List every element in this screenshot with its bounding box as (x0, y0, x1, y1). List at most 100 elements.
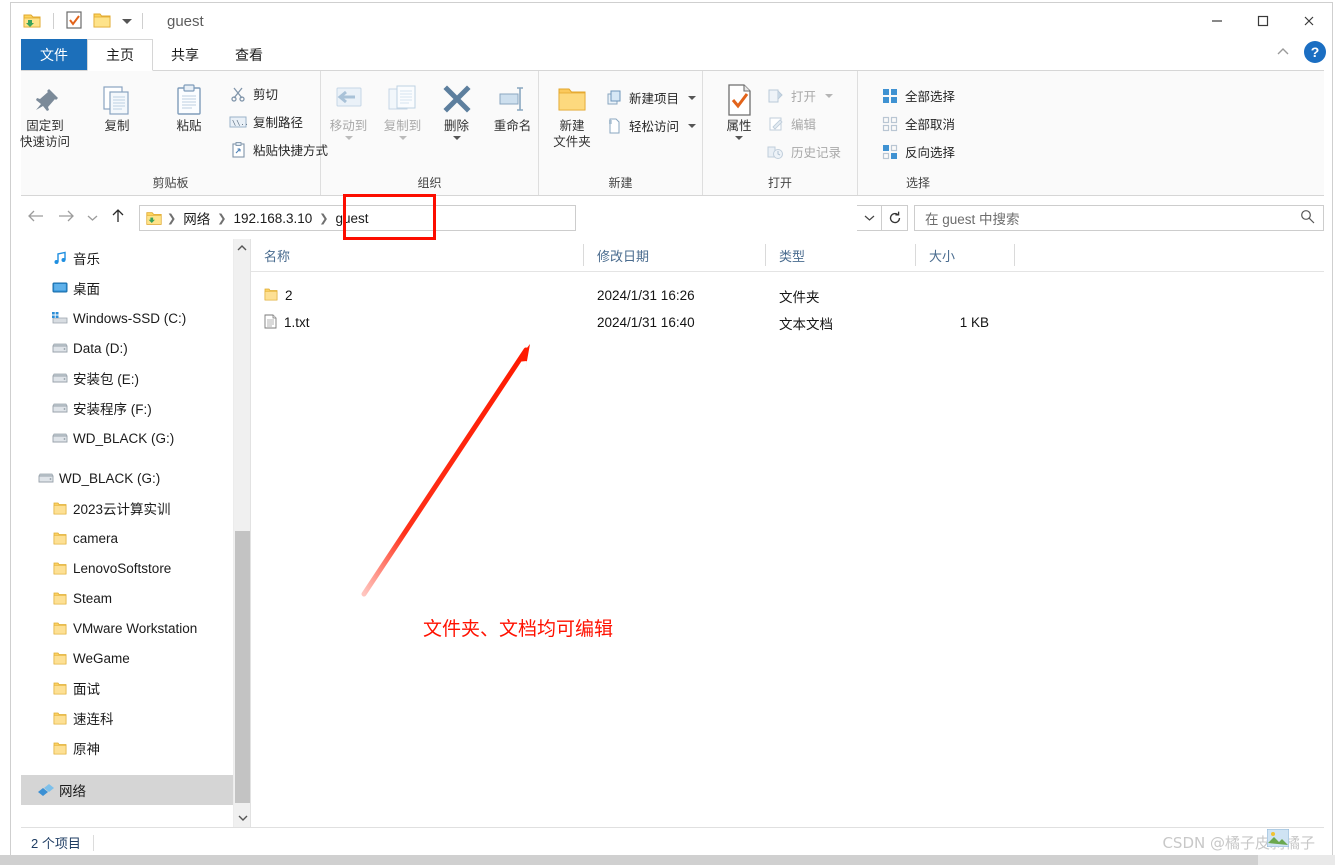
edit-button[interactable]: 编辑 (763, 111, 845, 136)
move-to-label: 移动到 (329, 119, 368, 133)
tree-item-data-d[interactable]: Data (D:) (21, 333, 250, 363)
up-button[interactable] (103, 208, 133, 229)
tree-item-folder-camera[interactable]: camera (21, 523, 250, 553)
chevron-down-icon[interactable] (122, 18, 132, 24)
column-header-size[interactable]: 大小 (916, 244, 1015, 266)
tree-item-wdblack-g-root[interactable]: WD_BLACK (G:) (21, 463, 250, 493)
table-row[interactable]: 2 2024/1/31 16:26 文件夹 (251, 282, 1324, 309)
copy-button[interactable]: 复制 (81, 77, 153, 135)
select-all-icon (881, 87, 899, 105)
chevron-down-icon[interactable] (344, 135, 353, 140)
column-header-name[interactable]: 名称 (251, 244, 584, 266)
tab-share[interactable]: 共享 (153, 39, 217, 71)
network-folder-icon[interactable] (21, 10, 43, 32)
tree-item-folder-lenovosoftstore[interactable]: LenovoSoftstore (21, 553, 250, 583)
chevron-down-icon[interactable] (452, 135, 461, 140)
breadcrumb-item-network[interactable]: 网络 (179, 208, 214, 228)
tree-item-folder-interview[interactable]: 面试 (21, 673, 250, 703)
chevron-down-icon[interactable] (734, 135, 743, 140)
breadcrumb-item-guest[interactable]: guest (331, 211, 372, 226)
open-button[interactable]: 打开 (763, 83, 845, 108)
bottom-scroll-strip[interactable] (0, 855, 1335, 865)
chevron-down-icon[interactable] (688, 123, 697, 128)
ribbon-group-organize: 移动到 复制到 删除 重命名 组织 (321, 71, 539, 195)
maximize-button[interactable] (1240, 3, 1286, 39)
tree-item-windows-ssd[interactable]: Windows-SSD (C:) (21, 303, 250, 333)
tab-home[interactable]: 主页 (87, 39, 153, 71)
chevron-down-icon[interactable] (398, 135, 407, 140)
tree-item-desktop[interactable]: 桌面 (21, 273, 250, 303)
cut-label: 剪切 (253, 88, 279, 102)
search-icon[interactable] (1300, 209, 1315, 227)
refresh-button[interactable] (882, 205, 908, 231)
chevron-down-icon[interactable] (825, 93, 833, 98)
tree-item-folder-wegame[interactable]: WeGame (21, 643, 250, 673)
breadcrumb[interactable]: ❯ 网络 ❯ 192.168.3.10 ❯ guest (139, 205, 576, 231)
help-button[interactable]: ? (1304, 41, 1326, 63)
file-type: 文件夹 (779, 289, 820, 305)
scroll-up-arrow-icon[interactable] (234, 239, 250, 256)
chevron-up-icon[interactable] (1272, 41, 1294, 63)
network-folder-icon (144, 209, 164, 227)
back-button[interactable] (21, 208, 51, 228)
tree-label: VMware Workstation (73, 620, 198, 636)
copy-to-button[interactable]: 复制到 (376, 77, 430, 140)
tree-item-folder-sulianke[interactable]: 速连科 (21, 703, 250, 733)
properties-check-icon[interactable] (64, 10, 86, 32)
tree-item-network[interactable]: 网络 (21, 775, 250, 805)
folder-icon (51, 652, 69, 665)
new-folder-label-line2: 文件夹 (553, 134, 591, 149)
tree-item-folder-genshin[interactable]: 原神 (21, 733, 250, 763)
breadcrumb-separator: ❯ (319, 212, 329, 225)
delete-x-icon (440, 81, 474, 119)
file-size: 1 KB (959, 315, 989, 330)
new-item-button[interactable]: 新建项目 (601, 85, 700, 110)
minimize-button[interactable] (1194, 3, 1240, 39)
tree-item-wdblack-g[interactable]: WD_BLACK (G:) (21, 423, 250, 453)
tree-label: 音乐 (73, 252, 100, 267)
rename-button[interactable]: 重命名 (484, 77, 542, 135)
tree-item-folder-steam[interactable]: Steam (21, 583, 250, 613)
delete-button[interactable]: 删除 (430, 77, 484, 140)
column-header-modified[interactable]: 修改日期 (584, 244, 766, 266)
navpane-scroll-thumb[interactable] (235, 531, 250, 803)
history-button[interactable]: 历史记录 (763, 139, 845, 164)
address-dropdown-button[interactable] (857, 205, 882, 231)
column-header-empty[interactable] (1015, 244, 1285, 266)
select-none-button[interactable]: 全部取消 (877, 111, 959, 136)
scroll-down-arrow-icon[interactable] (234, 810, 250, 827)
new-folder-icon[interactable] (92, 10, 114, 32)
drive-icon (51, 372, 69, 384)
new-item-icon (605, 89, 623, 107)
select-all-button[interactable]: 全部选择 (877, 83, 959, 108)
status-divider (92, 834, 94, 851)
tree-item-installer-f[interactable]: 安装程序 (F:) (21, 393, 250, 423)
table-row[interactable]: 1.txt 2024/1/31 16:40 文本文档 1 KB (251, 309, 1324, 336)
tree-label: camera (73, 530, 119, 546)
tab-file[interactable]: 文件 (21, 39, 87, 71)
pin-icon (29, 81, 61, 119)
pin-to-quick-access-button[interactable]: 固定到 快速访问 (11, 77, 81, 150)
chevron-down-icon[interactable] (688, 95, 697, 100)
forward-button[interactable] (51, 208, 81, 228)
tab-view[interactable]: 查看 (217, 39, 281, 71)
tree-item-music[interactable]: 音乐 (21, 243, 250, 273)
tree-item-folder-vmware[interactable]: VMware Workstation (21, 613, 250, 643)
tree-item-folder-2023[interactable]: 2023云计算实训 (21, 493, 250, 523)
bottom-scroll-thumb[interactable] (0, 855, 1258, 865)
search-input[interactable]: 在 guest 中搜索 (914, 205, 1324, 231)
recent-locations-button[interactable] (81, 211, 103, 225)
invert-selection-button[interactable]: 反向选择 (877, 139, 959, 164)
address-bar-row: ❯ 网络 ❯ 192.168.3.10 ❯ guest 在 guest 中搜索 (21, 197, 1324, 239)
column-header-type[interactable]: 类型 (766, 244, 916, 266)
move-to-button[interactable]: 移动到 (322, 77, 376, 140)
navpane-scrollbar[interactable] (233, 239, 250, 827)
tree-item-install-e[interactable]: 安装包 (E:) (21, 363, 250, 393)
breadcrumb-item-host[interactable]: 192.168.3.10 (229, 211, 316, 226)
close-button[interactable] (1286, 3, 1332, 39)
paste-button[interactable]: 粘贴 (153, 77, 225, 135)
easy-access-button[interactable]: 轻松访问 (601, 113, 700, 138)
new-folder-button[interactable]: 新建 文件夹 (543, 77, 601, 150)
ribbon-group-new: 新建 文件夹 新建项目 轻松访问 新建 (539, 71, 703, 195)
properties-button[interactable]: 属性 (715, 77, 763, 140)
